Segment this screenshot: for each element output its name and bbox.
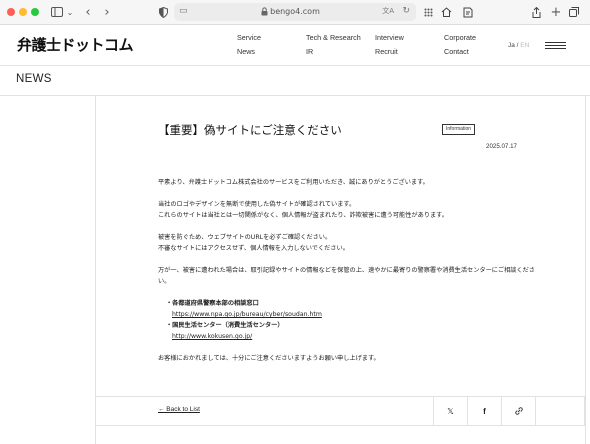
privacy-shield-icon[interactable] <box>157 4 169 20</box>
nav-recruit[interactable]: Recruit <box>375 47 398 56</box>
copy-link-button[interactable] <box>501 397 535 425</box>
nav-ir[interactable]: IR <box>306 47 313 56</box>
paragraph: 平素より、弁護士ドットコム株式会社のサービスをご利用いただき、誠にありがとうござ… <box>158 179 429 186</box>
share-spacer <box>535 397 585 425</box>
right-divider <box>585 96 586 444</box>
contact-heading: ・各都道府県警察本部の相談窓口 <box>166 300 259 307</box>
home-icon[interactable] <box>440 4 452 20</box>
paragraph: これらのサイトは当社とは一切関係がなく、個人情報が盗まれたり、詐欺被害に遭う可能… <box>158 212 448 219</box>
contact-heading: ・国民生活センター（消費生活センター） <box>166 322 284 329</box>
site-logo[interactable]: 弁護士ドットコム <box>17 34 134 55</box>
back-arrow-icon[interactable]: ‹ <box>82 4 94 20</box>
tab-overview-icon[interactable] <box>568 4 580 20</box>
minimize-window-button[interactable] <box>19 8 27 16</box>
nav-contact[interactable]: Contact <box>444 47 469 56</box>
forward-arrow-icon[interactable]: › <box>101 4 113 20</box>
nav-news[interactable]: News <box>237 47 255 56</box>
paragraph: 被害を防ぐため、ウェブサイトのURLを必ずご確認ください。 <box>158 234 332 241</box>
kokusen-link[interactable]: http://www.kokusen.go.jp/ <box>172 331 252 342</box>
language-switcher: Ja / EN <box>508 42 529 49</box>
share-facebook-button[interactable]: f <box>467 397 501 425</box>
facebook-icon: f <box>483 406 486 416</box>
npa-link[interactable]: https://www.npa.go.jp/bureau/cyber/souda… <box>172 309 322 320</box>
lang-en[interactable]: EN <box>520 42 529 49</box>
paragraph: 万が一、被害に遭われた場合は、取引記録やサイトの情報などを保管の上、速やかに最寄… <box>158 267 535 274</box>
lang-ja[interactable]: Ja / <box>508 42 518 49</box>
reload-icon[interactable]: ↻ <box>402 6 410 16</box>
translate-icon[interactable]: 文A <box>382 6 394 16</box>
zoom-window-button[interactable] <box>31 8 39 16</box>
left-divider <box>95 96 96 444</box>
nav-corporate[interactable]: Corporate <box>444 33 476 42</box>
section-bar: NEWS <box>0 66 590 96</box>
share-icon[interactable] <box>530 4 542 20</box>
paragraph: い。 <box>158 278 171 285</box>
paragraph: 当社のロゴやデザインを無断で使用した偽サイトが確認されています。 <box>158 201 356 208</box>
close-window-button[interactable] <box>7 8 15 16</box>
sidebar-icon[interactable] <box>50 4 64 20</box>
article-title: 【重要】偽サイトにご注意ください <box>158 123 342 137</box>
category-badge: Information <box>442 124 476 135</box>
site-header: 弁護士ドットコム Service Tech & Research Intervi… <box>0 25 590 66</box>
paragraph: 不審なサイトにはアクセスせず、個人情報を入力しないでください。 <box>158 245 349 252</box>
url-text: bengo4.com <box>270 7 320 16</box>
link-icon <box>514 407 523 415</box>
nav-service[interactable]: Service <box>237 33 261 42</box>
apps-grid-icon[interactable] <box>422 4 434 20</box>
nav-interview[interactable]: Interview <box>375 33 404 42</box>
article-date: 2025.07.17 <box>486 143 517 150</box>
browser-toolbar: ⌄ ‹ › ▭ bengo4.com 文A ↻ + <box>0 0 590 25</box>
hamburger-menu-icon[interactable] <box>545 42 566 49</box>
back-to-list-link[interactable]: ← Back to List <box>158 406 200 413</box>
extension-icon[interactable] <box>462 4 474 20</box>
chevron-down-icon[interactable]: ⌄ <box>66 4 74 20</box>
address-bar[interactable]: ▭ bengo4.com 文A ↻ <box>174 3 416 21</box>
new-tab-icon[interactable]: + <box>550 4 562 20</box>
share-x-button[interactable]: 𝕏 <box>433 397 467 425</box>
x-logo-icon: 𝕏 <box>447 406 454 416</box>
section-title: NEWS <box>16 73 52 85</box>
paragraph: お客様におかれましては、十分にご注意くださいますようお願い申し上げます。 <box>158 355 380 362</box>
nav-tech-research[interactable]: Tech & Research <box>306 33 361 42</box>
divider <box>95 425 585 426</box>
